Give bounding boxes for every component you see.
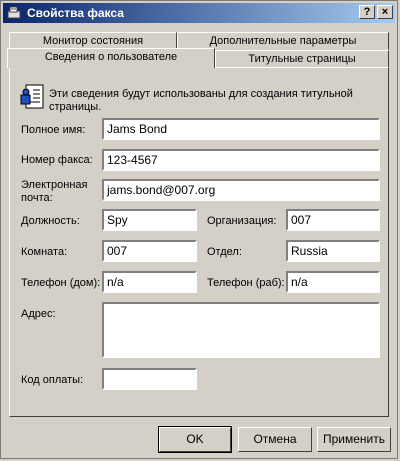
user-card-icon <box>19 84 45 110</box>
tab-advanced-settings-label: Дополнительные параметры <box>209 35 357 47</box>
address-field[interactable] <box>102 302 380 358</box>
tab-cover-pages[interactable]: Титульные страницы <box>215 50 389 68</box>
work-phone-field[interactable]: n/a <box>286 271 380 293</box>
position-label: Должность: <box>21 215 80 227</box>
tab-user-info-label: Сведения о пользователе <box>44 51 178 63</box>
fax-number-field[interactable]: 123-4567 <box>102 149 380 171</box>
window-title: Свойства факса <box>27 6 124 20</box>
ok-button[interactable]: OK <box>158 426 232 453</box>
address-label: Адрес: <box>21 308 56 320</box>
tab-user-info[interactable]: Сведения о пользователе <box>7 48 215 68</box>
cancel-button[interactable]: Отмена <box>238 427 312 452</box>
room-field[interactable]: 007 <box>102 240 197 262</box>
home-phone-label: Телефон (дом): <box>21 277 101 289</box>
organization-field[interactable]: 007 <box>286 209 380 231</box>
email-label-line2: почта: <box>21 192 53 204</box>
department-label: Отдел: <box>207 246 242 258</box>
full-name-field[interactable]: Jams Bond <box>102 118 380 140</box>
email-field[interactable]: jams.bond@007.org <box>102 179 380 201</box>
department-field[interactable]: Russia <box>286 240 380 262</box>
fax-properties-window: Свойства факса ? × Монитор состояния Доп… <box>0 0 398 459</box>
billing-code-field[interactable] <box>102 368 197 390</box>
billing-code-label: Код оплаты: <box>21 374 84 386</box>
room-label: Комната: <box>21 246 68 258</box>
fax-app-icon <box>6 5 22 21</box>
home-phone-field[interactable]: n/a <box>102 271 197 293</box>
email-label-line1: Электронная <box>21 179 88 191</box>
title-bar[interactable]: Свойства факса ? × <box>3 3 395 23</box>
tab-cover-pages-label: Титульные страницы <box>248 53 356 65</box>
organization-label: Организация: <box>207 215 277 227</box>
info-text: Эти сведения будут использованы для созд… <box>49 88 353 113</box>
full-name-label: Полное имя: <box>21 124 86 136</box>
close-button[interactable]: × <box>377 5 393 19</box>
tab-status-monitor-label: Монитор состояния <box>42 35 144 47</box>
fax-number-label: Номер факса: <box>21 154 93 166</box>
help-button[interactable]: ? <box>359 5 375 19</box>
position-field[interactable]: Spy <box>102 209 197 231</box>
work-phone-label: Телефон (раб): <box>207 277 285 289</box>
apply-button[interactable]: Применить <box>317 427 391 452</box>
